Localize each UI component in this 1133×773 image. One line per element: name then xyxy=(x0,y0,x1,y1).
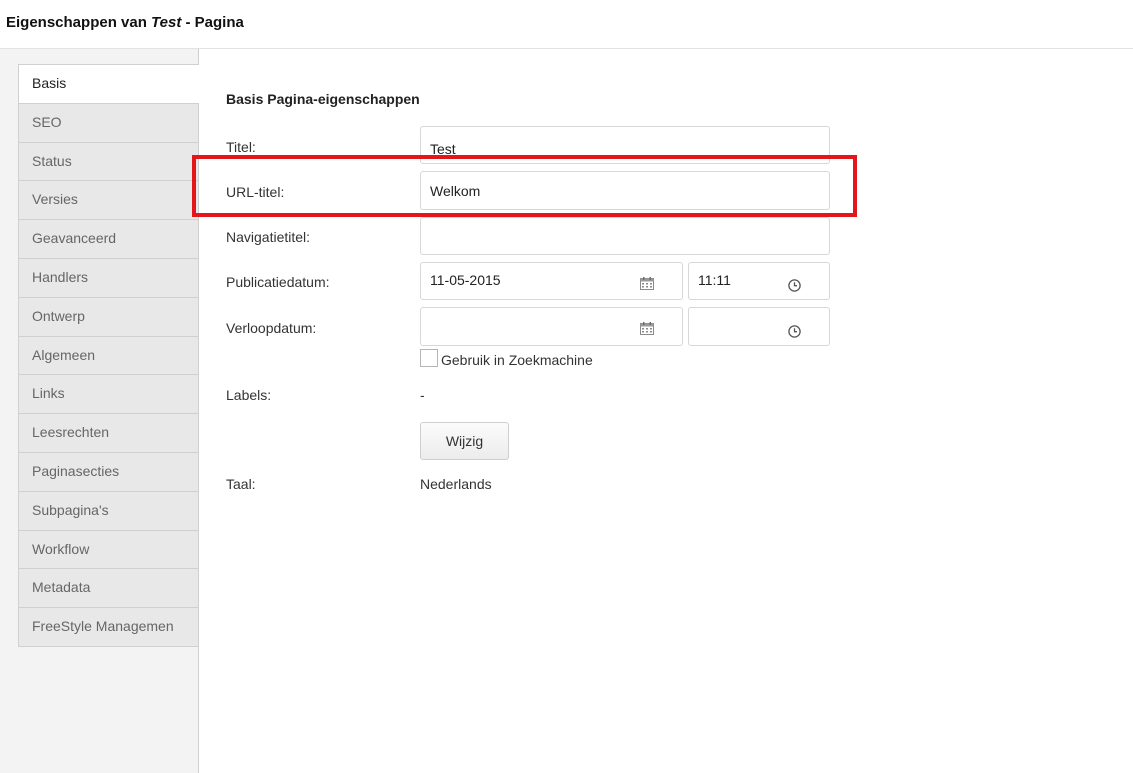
dialog-title: Eigenschappen van Test - Pagina xyxy=(6,14,244,31)
tab-basis[interactable]: Basis xyxy=(18,65,199,104)
publication-date-picker[interactable]: 11-05-2015 xyxy=(420,262,683,300)
dialog-title-page-name: Test xyxy=(151,14,182,31)
nav-title-label: Navigatietitel: xyxy=(226,229,311,245)
tab-algemeen[interactable]: Algemeen xyxy=(18,336,198,376)
title-label: Titel: xyxy=(226,139,256,155)
tab-geavanceerd[interactable]: Geavanceerd xyxy=(18,220,198,259)
tab-status[interactable]: Status xyxy=(18,142,198,182)
language-value: Nederlands xyxy=(420,476,492,492)
publication-time-picker[interactable]: 11:11 xyxy=(688,262,830,300)
dialog-title-suffix: - Pagina xyxy=(181,14,244,31)
tab-seo[interactable]: SEO xyxy=(18,103,198,143)
url-title-label: URL-titel: xyxy=(226,184,285,200)
calendar-icon[interactable] xyxy=(640,277,654,290)
sidebar-tab-list: Basis SEO Status Versies Geavanceerd Han… xyxy=(18,64,199,647)
url-title-input[interactable] xyxy=(420,171,830,210)
nav-title-input[interactable] xyxy=(420,217,830,255)
expiry-date-label: Verloopdatum: xyxy=(226,320,317,336)
dialog-title-prefix: Eigenschappen van xyxy=(6,14,152,31)
tab-leesrechten[interactable]: Leesrechten xyxy=(18,414,198,453)
calendar-icon[interactable] xyxy=(640,322,654,335)
publication-date-value: 11-05-2015 xyxy=(430,272,501,288)
publication-time-value: 11:11 xyxy=(698,272,731,288)
change-labels-button[interactable]: Wijzig xyxy=(420,422,509,460)
clock-icon[interactable] xyxy=(788,325,801,338)
labels-value: - xyxy=(420,387,425,403)
tab-paginasecties[interactable]: Paginasecties xyxy=(18,452,198,492)
language-label: Taal: xyxy=(226,476,256,492)
dialog-header: Eigenschappen van Test - Pagina xyxy=(0,0,1133,49)
publication-date-label: Publicatiedatum: xyxy=(226,274,330,290)
search-engine-label: Gebruik in Zoekmachine xyxy=(441,352,593,368)
tab-workflow[interactable]: Workflow xyxy=(18,530,198,570)
expiry-date-picker[interactable] xyxy=(420,307,683,346)
tab-links[interactable]: Links xyxy=(18,375,198,415)
title-input[interactable] xyxy=(420,126,830,164)
tab-metadata[interactable]: Metadata xyxy=(18,569,198,609)
clock-icon[interactable] xyxy=(788,279,801,292)
tab-handlers[interactable]: Handlers xyxy=(18,258,198,298)
labels-label: Labels: xyxy=(226,387,272,403)
tab-subpaginas[interactable]: Subpagina's xyxy=(18,491,198,531)
section-title: Basis Pagina-eigenschappen xyxy=(226,91,420,107)
expiry-time-picker[interactable] xyxy=(688,307,830,346)
search-engine-checkbox[interactable] xyxy=(420,349,438,367)
tab-versies[interactable]: Versies xyxy=(18,181,198,221)
tab-freestyle-management[interactable]: FreeStyle Managemen xyxy=(18,608,198,647)
tab-ontwerp[interactable]: Ontwerp xyxy=(18,297,198,337)
